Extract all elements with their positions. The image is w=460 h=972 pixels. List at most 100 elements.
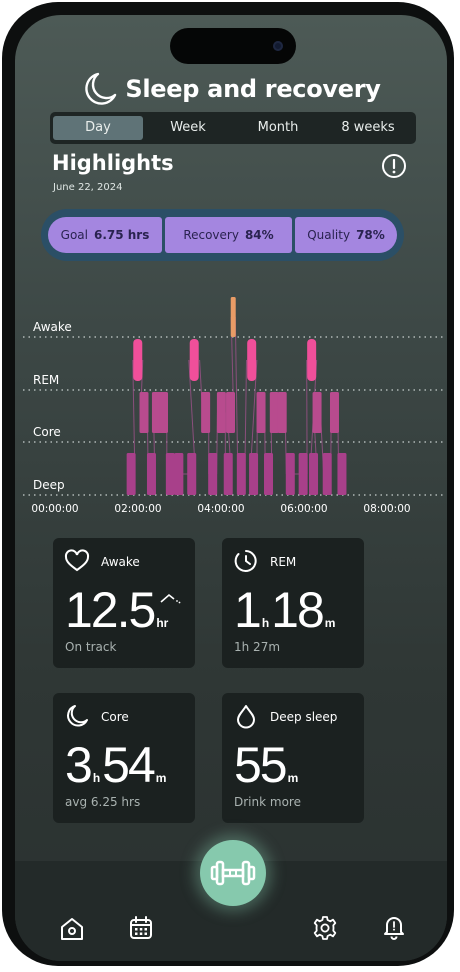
workout-fab-button[interactable] — [200, 840, 266, 906]
x-tick-label: 06:00:00 — [280, 503, 327, 515]
core-card-label: Core — [101, 710, 129, 724]
sleep-segment-deep — [146, 453, 156, 495]
awake-card-label: Awake — [101, 555, 140, 569]
sleep-segment-rem — [133, 339, 143, 381]
deep-sleep-card-label: Deep sleep — [270, 710, 338, 724]
tab-8-weeks[interactable]: 8 weeks — [323, 116, 413, 140]
rem-hours-unit: h — [261, 616, 270, 630]
awake-value-number: 12.5 — [65, 582, 156, 638]
sleep-segment-deep — [165, 453, 175, 495]
sleep-segment-deep — [208, 453, 218, 495]
awake-value-unit: hr — [156, 616, 169, 630]
water-drop-icon — [237, 705, 255, 729]
moon-icon — [85, 72, 117, 105]
x-tick-label: 00:00:00 — [31, 503, 78, 515]
sleep-segment-deep — [249, 453, 259, 495]
deep-sleep-card[interactable]: Deep sleep 55 m Drink more — [222, 693, 364, 823]
home-icon[interactable] — [59, 916, 85, 942]
sleep-segment-core — [139, 392, 149, 433]
stat-goal-label: Goal — [60, 228, 88, 242]
stage-label-rem: REM — [33, 373, 59, 387]
core-minutes-unit: m — [155, 771, 167, 785]
highlights-date: June 22, 2024 — [53, 182, 123, 193]
sleep-segment-deep — [264, 453, 273, 495]
core-card[interactable]: Core 3 h54 m avg 6.25 hrs — [53, 693, 195, 823]
x-tick-label: 04:00:00 — [197, 503, 244, 515]
header: Sleep and recovery — [15, 67, 447, 111]
info-alert-icon[interactable] — [381, 153, 407, 179]
core-hours: 3 — [65, 737, 93, 793]
stat-quality: Quality 78% — [295, 217, 397, 253]
tab-month[interactable]: Month — [233, 116, 323, 140]
sleep-segment-rem — [247, 339, 257, 381]
sleep-segment-deep — [337, 453, 347, 495]
clock-icon — [234, 550, 257, 572]
tab-week[interactable]: Week — [143, 116, 233, 140]
stats-bar: Goal 6.75 hrs Recovery 84% Quality 78% — [41, 209, 404, 261]
deep-minutes-unit: m — [287, 771, 299, 785]
sleep-segment-deep — [298, 453, 308, 495]
page-title: Sleep and recovery — [125, 75, 381, 103]
sleep-segment-core — [269, 392, 279, 433]
settings-gear-icon[interactable] — [312, 915, 338, 941]
period-tabs: Day Week Month 8 weeks — [50, 112, 416, 144]
moon-icon — [67, 705, 88, 727]
sleep-segment-core — [312, 392, 322, 433]
stage-label-awake: Awake — [33, 320, 72, 334]
stage-transition-line — [234, 316, 239, 475]
core-minutes: 54 — [102, 737, 156, 793]
bell-alert-icon[interactable] — [381, 914, 407, 940]
sleep-segment-rem — [189, 339, 199, 381]
stat-recovery-label: Recovery — [183, 228, 239, 242]
sleep-segment-core — [216, 392, 226, 433]
rem-card[interactable]: REM 1 h18 m 1h 27m — [222, 538, 364, 668]
stat-quality-value: 78% — [356, 228, 385, 242]
stat-goal: Goal 6.75 hrs — [48, 217, 162, 253]
sleep-segment-deep — [236, 453, 246, 495]
x-tick-label: 08:00:00 — [363, 503, 410, 515]
sleep-stages-chart: Awake REM Core Deep 00:00:00 02:00:00 04:00:00… — [23, 297, 443, 515]
heart-icon — [64, 549, 90, 572]
camera-icon — [273, 41, 283, 51]
stat-recovery: Recovery 84% — [165, 217, 292, 253]
sleep-segment-core — [201, 392, 211, 433]
stat-goal-value: 6.75 hrs — [93, 228, 150, 242]
sleep-segment-deep — [309, 453, 319, 495]
deep-minutes: 55 — [234, 737, 288, 793]
phone-frame: Sleep and recovery Day Week Month 8 week… — [2, 2, 454, 966]
sleep-segment-core — [277, 392, 287, 433]
calendar-icon[interactable] — [128, 915, 154, 941]
rem-card-subtitle: 1h 27m — [234, 640, 281, 654]
sleep-segment-rem — [307, 339, 317, 381]
sleep-segment-deep — [223, 453, 233, 495]
stage-label-deep: Deep — [33, 478, 65, 492]
sleep-segment-deep — [174, 453, 184, 495]
stage-label-core: Core — [33, 425, 61, 439]
trend-up-icon — [160, 593, 181, 604]
core-card-subtitle: avg 6.25 hrs — [65, 795, 141, 809]
sleep-segment-deep — [322, 453, 332, 495]
rem-hours: 1 — [234, 582, 262, 638]
stat-quality-label: Quality — [307, 228, 351, 242]
dumbbell-icon — [210, 860, 256, 886]
awake-card[interactable]: Awake 12.5 hr On track — [53, 538, 195, 668]
app-screen: Sleep and recovery Day Week Month 8 week… — [15, 15, 447, 961]
sleep-segment-core — [226, 392, 236, 433]
sleep-segment-deep — [126, 453, 136, 495]
stat-recovery-value: 84% — [244, 228, 274, 242]
x-tick-label: 02:00:00 — [114, 503, 161, 515]
sleep-segment-core — [256, 392, 266, 433]
tab-day[interactable]: Day — [53, 116, 143, 140]
rem-card-label: REM — [270, 555, 297, 569]
sleep-segment-deep — [187, 453, 197, 495]
highlights-heading: Highlights — [52, 151, 174, 175]
rem-minutes: 18 — [271, 582, 325, 638]
core-hours-unit: h — [92, 771, 101, 785]
awake-card-subtitle: On track — [65, 640, 117, 654]
sleep-segment-core — [159, 392, 169, 433]
deep-sleep-card-subtitle: Drink more — [234, 795, 301, 809]
rem-minutes-unit: m — [324, 616, 336, 630]
sleep-segment-awake — [230, 297, 236, 337]
sleep-segment-deep — [285, 453, 295, 495]
sleep-segment-core — [329, 392, 339, 433]
